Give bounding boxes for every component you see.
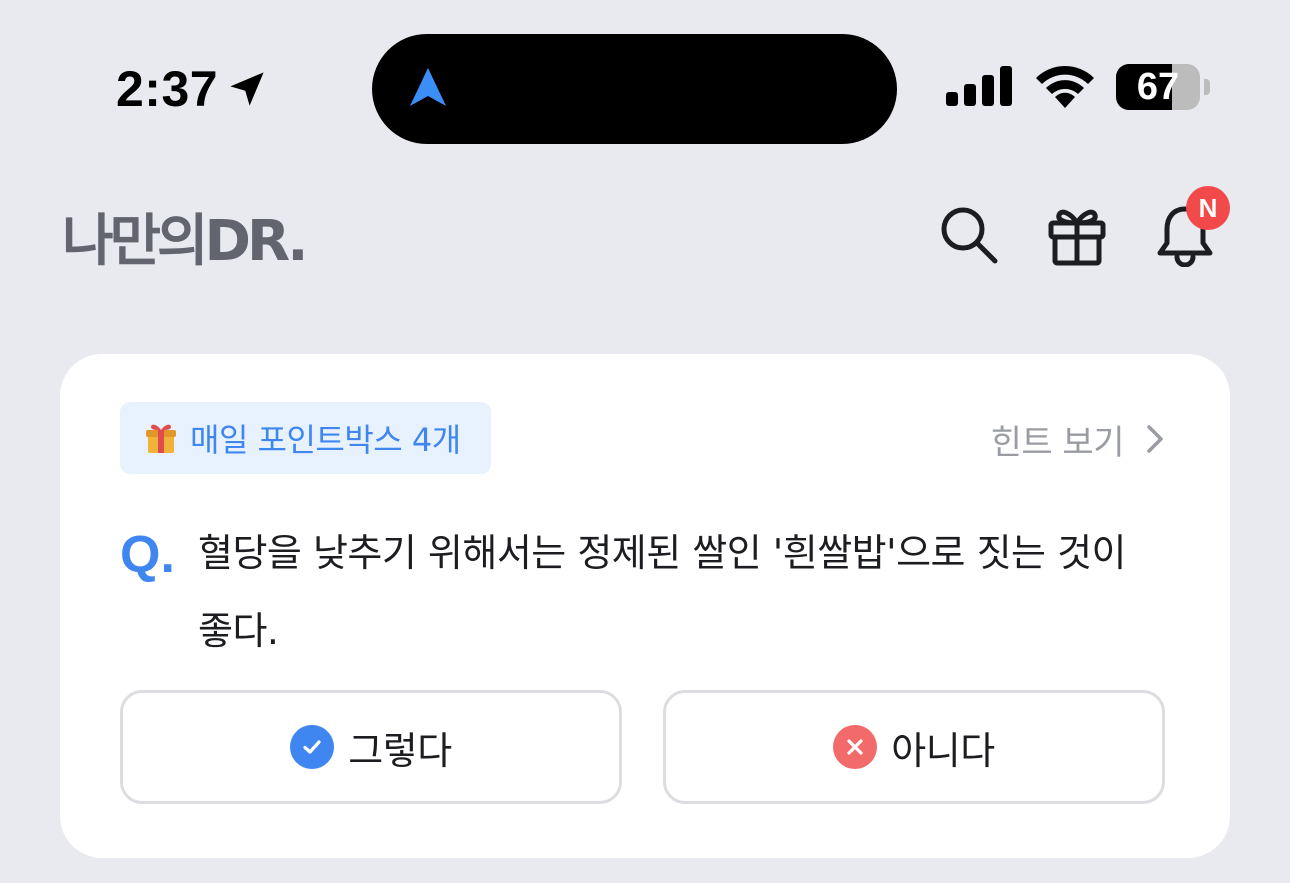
question-text: 혈당을 낮추기 위해서는 정제된 쌀인 '흰쌀밥'으로 짓는 것이 좋다. [198,531,1127,653]
chevron-right-icon [1146,424,1164,454]
dynamic-island [372,34,897,144]
question-marker: Q. [120,526,175,584]
notification-badge: N [1186,186,1230,230]
reward-chip: 매일 포인트박스 4개 [120,402,491,474]
gift-button[interactable] [1042,200,1112,270]
check-circle-icon [290,725,335,769]
battery-level-text: 67 [1136,66,1180,108]
battery-cap [1204,79,1210,95]
wifi-icon [1036,65,1094,108]
hint-link[interactable]: 힌트 보기 [991,414,1164,464]
hint-link-label: 힌트 보기 [990,422,1125,463]
answer-no-label: 아니다 [891,728,995,773]
answer-yes-button[interactable]: 그렇다 [120,690,622,804]
search-button[interactable] [934,200,1004,270]
search-icon [941,207,998,264]
answer-yes-label: 그렇다 [348,728,452,773]
battery-indicator: 67 [1116,64,1210,110]
status-time-text: 2:37 [116,61,219,117]
reward-chip-label: 매일 포인트박스 4개 [190,421,461,459]
gift-icon [1048,209,1106,266]
answer-no-button[interactable]: 아니다 [663,690,1165,804]
navigation-arrow-icon [410,68,446,106]
cellular-signal-icon [946,66,1012,106]
status-time: 2:37 [116,58,268,120]
x-circle-icon [833,725,878,769]
quiz-card: 매일 포인트박스 4개 힌트 보기 Q. 혈당을 낮추기 위해서는 정제된 쌀인… [60,354,1230,858]
battery-shell: 67 [1116,64,1200,110]
app-logo[interactable]: 나만의DR. [62,196,308,276]
gift-box-icon [146,422,176,454]
quiz-question: Q. 혈당을 낮추기 위해서는 정제된 쌀인 '흰쌀밥'으로 짓는 것이 좋다. [120,514,1170,670]
location-arrow-icon [226,68,268,110]
